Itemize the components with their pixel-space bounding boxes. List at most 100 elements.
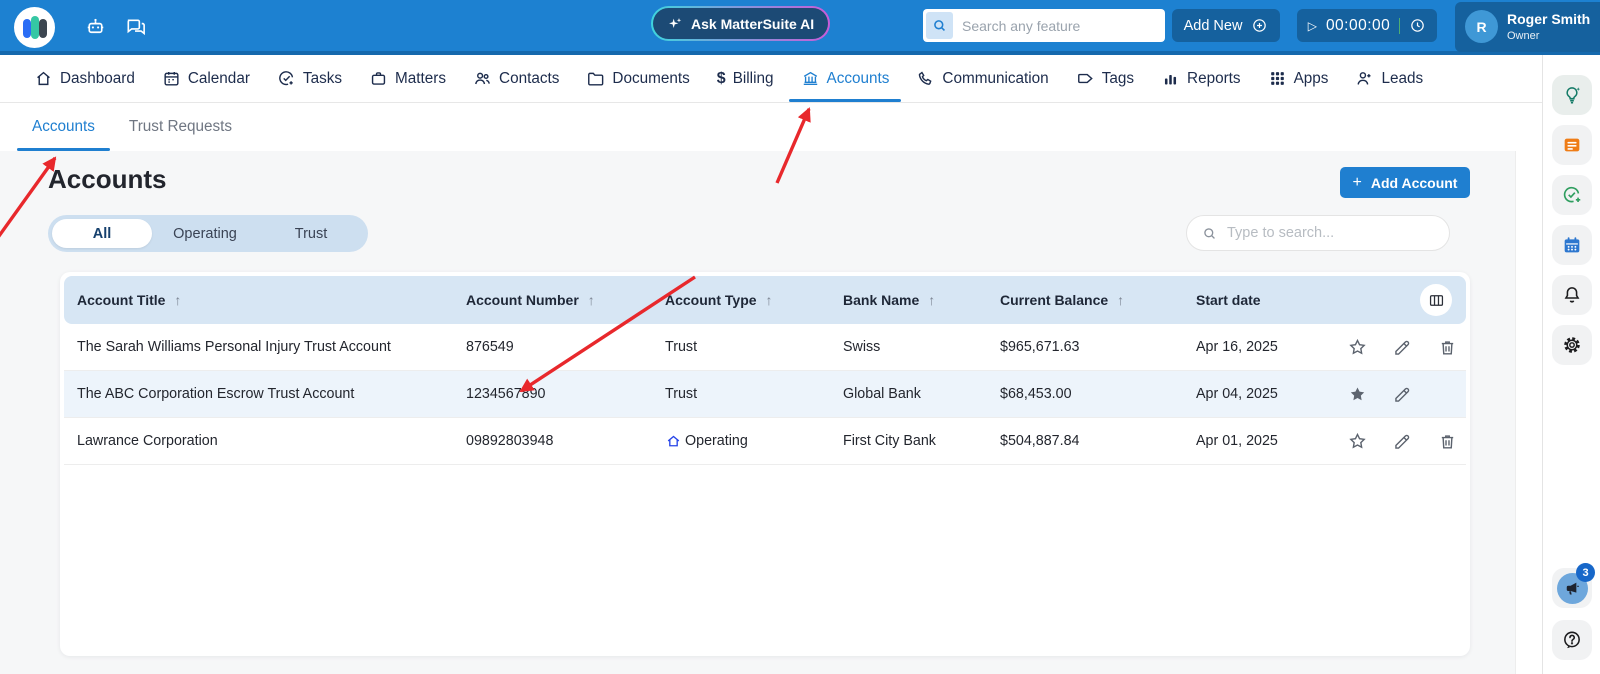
delete-trash-icon[interactable]: [1437, 337, 1458, 358]
add-account-label: Add Account: [1370, 174, 1458, 191]
nav-item-tags[interactable]: Tags: [1076, 55, 1134, 102]
add-new-button[interactable]: Add New: [1172, 9, 1280, 42]
task-check-plus-icon[interactable]: [1552, 175, 1592, 215]
table-row[interactable]: The ABC Corporation Escrow Trust Account…: [64, 371, 1466, 418]
help-question-icon[interactable]: [1552, 620, 1592, 660]
main-nav: Dashboard Calendar Tasks Matters Contact…: [0, 55, 1542, 103]
plus-circle-icon: [1251, 17, 1268, 34]
subtab-accounts[interactable]: Accounts: [17, 103, 110, 151]
mattersuite-app: Ask MatterSuite AI Add New ▷ 00:00:00: [0, 0, 1600, 674]
add-new-label: Add New: [1183, 17, 1243, 34]
subtab-trust-requests[interactable]: Trust Requests: [129, 103, 232, 151]
ai-bot-icon[interactable]: [84, 15, 107, 38]
nav-item-contacts[interactable]: Contacts: [473, 55, 559, 102]
nav-item-calendar[interactable]: Calendar: [162, 55, 250, 102]
scrollbar-gutter[interactable]: [1515, 151, 1542, 674]
feature-search[interactable]: [923, 9, 1165, 42]
notes-icon[interactable]: [1552, 125, 1592, 165]
delete-trash-icon[interactable]: [1437, 431, 1458, 452]
cell-account-type: Trust: [665, 386, 698, 402]
nav-item-billing[interactable]: $ Billing: [717, 55, 774, 102]
user-profile[interactable]: R Roger Smith Owner: [1455, 2, 1600, 52]
mattersuite-logo[interactable]: [14, 7, 55, 48]
feature-search-input[interactable]: [962, 17, 1162, 34]
table-row[interactable]: Lawrance Corporation 09892803948 Operati…: [64, 418, 1466, 465]
play-icon[interactable]: ▷: [1308, 19, 1317, 33]
sort-asc-icon[interactable]: ↑: [766, 292, 773, 308]
edit-pencil-icon[interactable]: [1392, 337, 1413, 358]
subtab-label: Accounts: [32, 118, 95, 135]
sort-asc-icon[interactable]: ↑: [1117, 292, 1124, 308]
search-icon: [1204, 227, 1215, 239]
edit-pencil-icon[interactable]: [1392, 431, 1413, 452]
tag-icon: [1077, 73, 1093, 84]
nav-label: Accounts: [826, 69, 890, 87]
grid-icon: [1270, 72, 1284, 85]
column-bank-name[interactable]: Bank Name ↑: [843, 292, 1000, 308]
cell-bank-name: First City Bank: [843, 433, 936, 449]
topbar: Ask MatterSuite AI Add New ▷ 00:00:00: [0, 0, 1600, 55]
nav-item-apps[interactable]: Apps: [1268, 55, 1329, 102]
sort-asc-icon[interactable]: ↑: [588, 292, 595, 308]
star-icon[interactable]: [1347, 431, 1368, 452]
nav-item-dashboard[interactable]: Dashboard: [34, 55, 135, 102]
nav-label: Contacts: [499, 69, 560, 87]
table-search-input[interactable]: [1227, 225, 1437, 241]
cell-account-number: 09892803948: [466, 433, 554, 449]
briefcase-icon: [371, 72, 386, 85]
nav-item-leads[interactable]: Leads: [1355, 55, 1423, 102]
nav-item-communication[interactable]: Communication: [916, 55, 1049, 102]
nav-label: Leads: [1381, 69, 1424, 87]
cell-current-balance: $965,671.63: [1000, 339, 1080, 355]
cell-start-date: Apr 01, 2025: [1196, 433, 1278, 449]
type-label: Operating: [685, 433, 748, 449]
column-account-number[interactable]: Account Number ↑: [466, 292, 665, 308]
nav-item-reports[interactable]: Reports: [1161, 55, 1241, 102]
accounts-subtabs: Accounts Trust Requests: [0, 103, 1542, 151]
cell-account-number: 1234567890: [466, 386, 546, 402]
table-search[interactable]: [1186, 215, 1450, 251]
plus-icon: +: [1352, 173, 1362, 191]
nav-label: Billing: [732, 69, 774, 87]
cell-account-type: Trust: [665, 339, 698, 355]
bell-icon[interactable]: [1552, 275, 1592, 315]
calendar-icon[interactable]: [1552, 225, 1592, 265]
column-account-title[interactable]: Account Title ↑: [64, 292, 466, 308]
cell-account-title: The ABC Corporation Escrow Trust Account: [77, 386, 355, 402]
nav-item-tasks[interactable]: Tasks: [277, 55, 342, 102]
filter-label: Trust: [294, 225, 328, 242]
column-account-type[interactable]: Account Type ↑: [665, 292, 843, 308]
cell-current-balance: $504,887.84: [1000, 433, 1080, 449]
announcements-megaphone-icon[interactable]: 3: [1552, 563, 1595, 608]
column-settings-icon[interactable]: [1420, 284, 1452, 316]
filter-all[interactable]: All: [52, 219, 152, 248]
nav-item-matters[interactable]: Matters: [369, 55, 446, 102]
column-current-balance[interactable]: Current Balance ↑: [1000, 292, 1196, 308]
sort-asc-icon[interactable]: ↑: [928, 292, 935, 308]
star-icon[interactable]: [1347, 337, 1368, 358]
sort-asc-icon[interactable]: ↑: [174, 292, 181, 308]
page-title: Accounts: [48, 164, 167, 194]
filter-operating[interactable]: Operating: [152, 219, 258, 248]
column-start-date[interactable]: Start date: [1196, 292, 1326, 308]
edit-pencil-icon[interactable]: [1392, 384, 1413, 405]
chat-icon[interactable]: [124, 15, 147, 38]
nav-label: Apps: [1293, 69, 1329, 87]
clock-icon[interactable]: [1409, 17, 1426, 34]
accounts-table: Account Title ↑ Account Number ↑ Account…: [60, 272, 1470, 656]
dollar-icon: $: [716, 69, 726, 87]
filter-trust[interactable]: Trust: [258, 219, 364, 248]
gear-icon[interactable]: [1552, 325, 1592, 365]
column-label: Account Title: [77, 292, 166, 308]
bank-icon: [803, 71, 817, 86]
nav-item-documents[interactable]: Documents: [586, 55, 690, 102]
nav-item-accounts[interactable]: Accounts: [788, 55, 902, 102]
cell-account-title: The Sarah Williams Personal Injury Trust…: [77, 339, 391, 355]
table-row[interactable]: The Sarah Williams Personal Injury Trust…: [64, 324, 1466, 371]
add-account-button[interactable]: + Add Account: [1340, 167, 1470, 198]
ask-ai-button[interactable]: Ask MatterSuite AI: [651, 6, 830, 41]
ai-insight-bulb-icon[interactable]: [1552, 75, 1592, 115]
cell-bank-name: Swiss: [843, 339, 881, 355]
timer-widget[interactable]: ▷ 00:00:00: [1297, 9, 1437, 42]
star-filled-icon[interactable]: [1347, 384, 1368, 405]
